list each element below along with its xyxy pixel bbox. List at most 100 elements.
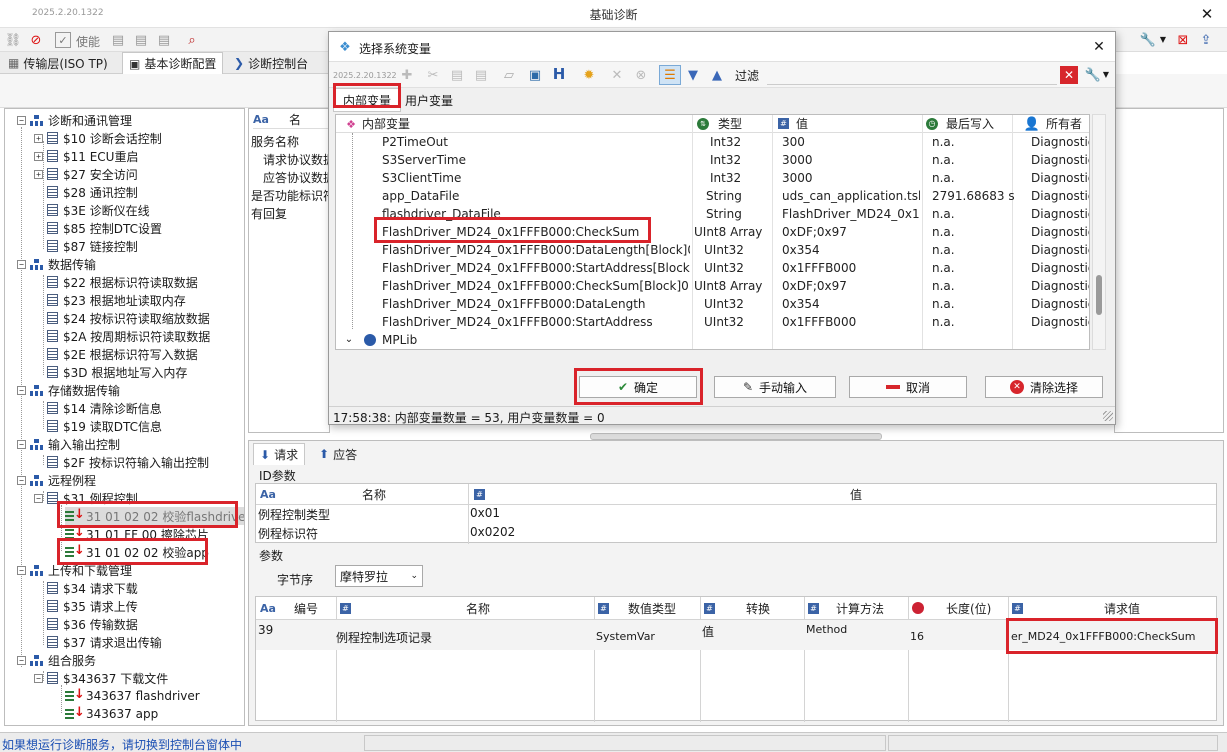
clear-filter-icon[interactable]: ✕: [1060, 66, 1078, 84]
variable-row[interactable]: FlashDriver_MD24_0x1FFFB000:CheckSum[Blo…: [336, 277, 1089, 295]
tree-group-combined[interactable]: − 组合服务: [17, 651, 96, 669]
collapse-all-icon[interactable]: ▲: [709, 67, 725, 83]
collapse-icon[interactable]: −: [17, 475, 26, 485]
cut-icon[interactable]: ✂: [425, 67, 441, 83]
paste-icon[interactable]: ▤: [473, 67, 489, 83]
dialog-close-icon[interactable]: ✕: [1091, 39, 1107, 55]
tree-item-24[interactable]: $24 按标识符读取缩放数据: [47, 309, 210, 327]
chevron-down-icon[interactable]: ▼: [1101, 67, 1111, 83]
expand-all-icon[interactable]: ▼: [685, 67, 701, 83]
copy-icon[interactable]: ▤: [449, 67, 465, 83]
tree-item-19[interactable]: $19 读取DTC信息: [47, 417, 162, 435]
scrollbar-thumb[interactable]: [1096, 275, 1102, 315]
expand-icon[interactable]: +: [34, 133, 43, 143]
collapse-icon[interactable]: −: [17, 439, 26, 449]
tree-item-3d[interactable]: $3D 根据地址写入内存: [47, 363, 187, 381]
tab-console[interactable]: ❯ 诊断控制台: [228, 52, 314, 74]
tree-item-34[interactable]: $34 请求下载: [47, 579, 138, 597]
tree-group-data[interactable]: − 数据传输: [17, 255, 96, 273]
variable-row[interactable]: S3ClientTime Int32 3000 n.a. Diagnostic: [336, 169, 1089, 187]
tree-item-14[interactable]: $14 清除诊断信息: [47, 399, 162, 417]
tree-item-10[interactable]: + $10 诊断会话控制: [34, 129, 162, 147]
tree-item-87[interactable]: $87 链接控制: [47, 237, 138, 255]
settings-icon[interactable]: ✹: [581, 67, 597, 83]
resize-grip[interactable]: [1103, 411, 1113, 421]
tree-item-2a[interactable]: $2A 按周期标识符读取数据: [47, 327, 210, 345]
collapse-icon[interactable]: −: [17, 655, 26, 665]
tree-item-2f[interactable]: $2F 按标识符输入输出控制: [47, 453, 209, 471]
open-folder-icon[interactable]: ▱: [501, 67, 517, 83]
byte-order-select[interactable]: 摩特罗拉 ⌄: [335, 565, 423, 587]
tree-item-11[interactable]: + $11 ECU重启: [34, 147, 138, 165]
collapse-icon[interactable]: −: [17, 115, 26, 125]
variable-row[interactable]: FlashDriver_MD24_0x1FFFB000:DataLength[B…: [336, 241, 1089, 259]
tree-download-app[interactable]: 343637 app: [65, 705, 158, 723]
collapse-icon[interactable]: −: [34, 493, 43, 503]
manual-input-button[interactable]: ✎ 手动输入: [714, 376, 836, 398]
save-icon[interactable]: ▤: [110, 32, 126, 48]
collapse-icon[interactable]: −: [17, 385, 26, 395]
checkbox-icon[interactable]: ✓: [55, 32, 71, 48]
export-icon[interactable]: ⇪: [1198, 32, 1214, 48]
tree-item-28[interactable]: $28 通讯控制: [47, 183, 138, 201]
variable-row[interactable]: FlashDriver_MD24_0x1FFFB000:StartAddress…: [336, 313, 1089, 331]
collapse-icon[interactable]: −: [17, 259, 26, 269]
save-as-icon[interactable]: ▤: [133, 32, 149, 48]
tree-item-35[interactable]: $35 请求上传: [47, 597, 138, 615]
tree-item-2e[interactable]: $2E 根据标识符写入数据: [47, 345, 198, 363]
tree-group-io[interactable]: − 输入输出控制: [17, 435, 120, 453]
clear-selection-button[interactable]: ✕ 清除选择: [985, 376, 1103, 398]
cancel-button[interactable]: 取消: [849, 376, 967, 398]
tree-item-22[interactable]: $22 根据标识符读取数据: [47, 273, 198, 291]
tree-group-routine[interactable]: − 远程例程: [17, 471, 96, 489]
tree-download-flashdriver[interactable]: 343637 flashdriver: [65, 687, 200, 705]
splitter-handle[interactable]: [590, 433, 882, 440]
tree-item-3e[interactable]: $3E 诊断仪在线: [47, 201, 150, 219]
variable-row[interactable]: FlashDriver_MD24_0x1FFFB000:StartAddress…: [336, 259, 1089, 277]
filter-input[interactable]: [767, 65, 1057, 85]
save-icon[interactable]: ▣: [527, 67, 543, 83]
link-icon[interactable]: ⛓: [5, 32, 22, 48]
tab-basic-config[interactable]: ▣ 基本诊断配置: [122, 52, 224, 74]
add-variable-icon[interactable]: ✚: [399, 67, 415, 83]
tab-user-variables[interactable]: 用户变量: [405, 92, 453, 109]
variable-group-mplib[interactable]: ⌄ MPLib: [336, 331, 1089, 349]
expand-icon[interactable]: +: [34, 151, 43, 161]
tree-item-27[interactable]: + $27 安全访问: [34, 165, 138, 183]
variable-row[interactable]: FlashDriver_MD24_0x1FFFB000:DataLength UI…: [336, 295, 1089, 313]
tree-group-storage[interactable]: − 存储数据传输: [17, 381, 120, 399]
variable-row[interactable]: app_DataFile String uds_can_application.ts…: [336, 187, 1089, 205]
wrench-icon[interactable]: 🔧: [1140, 32, 1156, 48]
disconnect-icon[interactable]: ⊘: [28, 32, 44, 48]
expand-icon[interactable]: +: [34, 169, 43, 179]
remove-icon[interactable]: ✕: [609, 67, 625, 83]
tab-transport-layer[interactable]: ▦ 传输层(ISO TP): [2, 52, 114, 74]
tree-item-37[interactable]: $37 请求退出传输: [47, 633, 162, 651]
save-all-icon[interactable]: ▤: [156, 32, 172, 48]
variable-row[interactable]: S3ServerTime Int32 3000 n.a. Diagnostic: [336, 151, 1089, 169]
tab-response[interactable]: ⬆ 应答: [313, 443, 363, 465]
id-row-value[interactable]: 0x0202: [470, 525, 515, 539]
tree-group-comm[interactable]: − 诊断和通讯管理: [17, 111, 132, 129]
chevron-down-icon[interactable]: ⌄: [344, 334, 354, 346]
close-icon[interactable]: ✕: [1198, 5, 1216, 23]
enable-label[interactable]: 使能: [76, 33, 100, 50]
delete-icon[interactable]: ⊠: [1175, 32, 1191, 48]
tree-item-343637[interactable]: − $343637 下载文件: [34, 669, 168, 687]
chevron-down-icon[interactable]: ▼: [1158, 32, 1168, 48]
tree-item-23[interactable]: $23 根据地址读取内存: [47, 291, 186, 309]
header-icon[interactable]: H: [551, 66, 567, 82]
collapse-icon[interactable]: −: [34, 673, 43, 683]
clear-icon[interactable]: ⊗: [633, 67, 649, 83]
tree-item-85[interactable]: $85 控制DTC设置: [47, 219, 162, 237]
variable-list-scrollbar[interactable]: [1092, 114, 1106, 350]
col-last-write: 最后写入: [946, 117, 995, 131]
id-row-value[interactable]: 0x01: [470, 506, 500, 520]
tree-view-icon[interactable]: ☰: [659, 65, 681, 85]
collapse-icon[interactable]: −: [17, 565, 26, 575]
diagnose-icon[interactable]: ⌕: [184, 32, 200, 48]
tree-item-36[interactable]: $36 传输数据: [47, 615, 138, 633]
variable-row[interactable]: P2TimeOut Int32 300 n.a. Diagnostic: [336, 133, 1089, 151]
tab-request[interactable]: ⬇ 请求: [253, 443, 306, 465]
wrench-icon[interactable]: 🔧: [1085, 67, 1101, 83]
